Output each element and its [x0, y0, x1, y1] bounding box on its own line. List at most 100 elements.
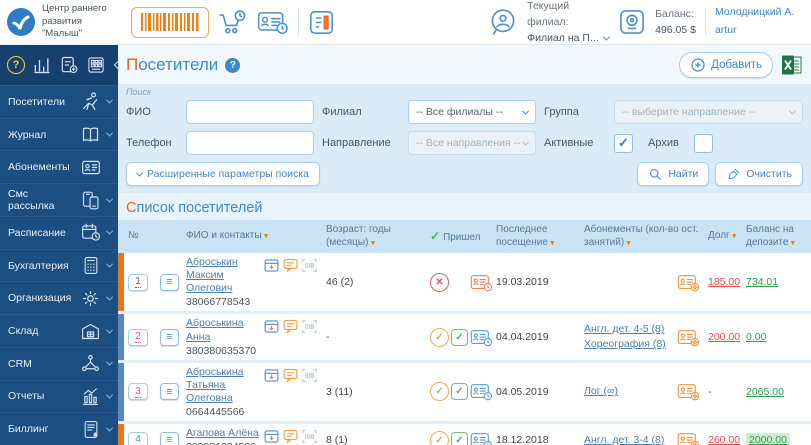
col-header-last-visit[interactable]: Последнее посещение▼ — [492, 220, 580, 253]
sidebar-item-subscriptions[interactable]: Абонементы — [0, 150, 118, 183]
row-menu-button[interactable]: ≡ — [160, 328, 179, 346]
new-document-button[interactable] — [59, 55, 79, 75]
comment-icon[interactable] — [282, 428, 299, 445]
subscription-link[interactable]: Англ. дет. 4-5 (8) — [584, 322, 675, 337]
col-header-subscriptions[interactable]: Абонементы (кол-во ост. занятий)▼ — [580, 220, 704, 253]
direction-select[interactable]: -- Все направления -- — [408, 131, 536, 155]
subscription-manage-icon[interactable] — [677, 328, 700, 347]
visitor-name-link[interactable]: Аброськин Максим Олегович — [186, 256, 238, 294]
visitor-card-button[interactable] — [257, 9, 289, 35]
comment-icon[interactable] — [282, 257, 299, 274]
archive-box-icon[interactable] — [263, 257, 280, 274]
col-header-deposit[interactable]: Баланс на депозите▼ — [742, 220, 811, 253]
visit-card-icon[interactable] — [470, 328, 493, 347]
archive-checkbox[interactable] — [693, 133, 713, 153]
stats-button[interactable] — [32, 55, 52, 75]
archive-box-icon[interactable] — [263, 367, 280, 384]
archive-box-icon[interactable] — [263, 318, 280, 335]
deposit-value[interactable]: 0.00 — [746, 331, 766, 343]
came-check-circle-icon[interactable]: ✓ — [430, 382, 449, 402]
check-icon: ✓ — [430, 228, 441, 243]
debt-value[interactable]: - — [708, 386, 712, 398]
subscription-link[interactable]: Хореография (8) — [584, 337, 675, 352]
active-checkbox[interactable] — [614, 133, 633, 153]
deposit-value[interactable]: 734.01 — [746, 276, 778, 288]
row-number[interactable]: 2 — [128, 328, 148, 346]
page-help-icon[interactable]: ? — [225, 57, 241, 73]
export-excel-button[interactable] — [781, 54, 803, 76]
search-panel-label: Поиск — [126, 87, 152, 97]
comment-icon[interactable] — [282, 318, 299, 335]
row-number[interactable]: 3 — [128, 383, 148, 401]
support-button[interactable] — [488, 7, 518, 37]
sidebar-item-journal[interactable]: Журнал — [0, 117, 118, 151]
sale-cart-button[interactable] — [218, 8, 248, 36]
sidebar-item-organization[interactable]: Организация — [0, 281, 118, 314]
col-header-debt[interactable]: Долг▼ — [704, 220, 742, 253]
calculator-button[interactable] — [86, 55, 106, 75]
sidebar-item-visitors[interactable]: Посетители — [0, 85, 118, 118]
barcode-button[interactable] — [131, 6, 209, 38]
visit-card-icon[interactable] — [470, 382, 493, 401]
visitor-name-link[interactable]: Агапова Алёна — [186, 427, 259, 439]
row-number[interactable]: 4 — [128, 431, 148, 445]
user-name-link[interactable]: Молодницкий А. — [715, 4, 803, 22]
clear-button[interactable]: Очистить — [715, 162, 803, 186]
report-panel-button[interactable] — [308, 9, 335, 36]
sidebar-item-schedule[interactable]: Расписание — [0, 215, 118, 249]
last-visit-date: 04.04.2019 — [492, 312, 580, 363]
col-header-age[interactable]: Возраст: годы (месяцы)▼ — [322, 220, 426, 253]
deposit-value[interactable]: 2065.00 — [746, 386, 784, 398]
visit-card-icon[interactable] — [470, 273, 493, 292]
subscription-link[interactable]: Англ. дет. 3-4 (8) — [584, 433, 675, 445]
sidebar-item-accounting[interactable]: Бухгалтерия — [0, 248, 118, 282]
came-check-circle-icon[interactable]: ✓ — [430, 430, 449, 445]
help-button[interactable]: ? — [7, 56, 25, 74]
subscription-manage-icon[interactable] — [677, 431, 700, 445]
branch-select[interactable]: -- Все филиалы -- — [408, 100, 536, 124]
sidebar-item-sms[interactable]: Смс рассылка — [0, 183, 118, 216]
came-check-square-icon[interactable]: ✓ — [451, 431, 468, 445]
col-header-name[interactable]: ФИО и контакты▼ — [182, 220, 322, 253]
visitor-name-link[interactable]: Аброськина Татьяна Олеговна — [186, 366, 244, 404]
deposit-value[interactable]: 2000.00 — [746, 433, 790, 445]
add-visitor-button[interactable]: Добавить — [679, 52, 773, 78]
last-visit-date: 04.05.2019 — [492, 361, 580, 425]
find-button[interactable]: Найти — [637, 162, 710, 186]
collapse-sidebar-button[interactable] — [113, 60, 123, 70]
barcode-icon[interactable] — [301, 429, 318, 444]
came-check-square-icon[interactable]: ✓ — [451, 328, 468, 346]
barcode-icon[interactable] — [301, 319, 318, 334]
visitor-name-link[interactable]: Аброськина Анна — [186, 317, 244, 342]
came-check-circle-icon[interactable]: ✓ — [430, 327, 449, 347]
archive-box-icon[interactable] — [263, 428, 280, 445]
col-header-came[interactable]: ✓ Пришел — [426, 220, 492, 253]
current-branch-select[interactable]: Филиал на П... — [527, 30, 610, 46]
sidebar-item-reports[interactable]: Отчеты — [0, 379, 118, 413]
webcam-button[interactable] — [618, 8, 646, 36]
visit-card-icon[interactable] — [470, 431, 493, 445]
group-select[interactable]: -- выберите направление -- — [614, 100, 803, 124]
sidebar-item-crm[interactable]: CRM — [0, 346, 118, 380]
debt-value[interactable]: 185.00 — [708, 276, 740, 288]
row-menu-button[interactable]: ≡ — [160, 431, 179, 445]
sidebar-item-warehouse[interactable]: Склад — [0, 314, 118, 347]
subscription-manage-icon[interactable] — [677, 382, 700, 401]
subscription-link[interactable]: Лог (∞) — [584, 384, 675, 399]
debt-value[interactable]: 260.00 — [708, 434, 740, 445]
row-menu-button[interactable]: ≡ — [160, 383, 179, 401]
not-came-icon[interactable]: ✕ — [430, 272, 449, 292]
subscription-manage-icon[interactable] — [677, 273, 700, 292]
debt-value[interactable]: 200.00 — [708, 331, 740, 343]
barcode-icon[interactable] — [301, 258, 318, 273]
comment-icon[interactable] — [282, 367, 299, 384]
row-number[interactable]: 1 — [128, 273, 148, 291]
user-login-link[interactable]: artur — [715, 22, 803, 40]
row-menu-button[interactable]: ≡ — [160, 273, 179, 291]
advanced-search-button[interactable]: Расширенные параметры поиска — [126, 162, 320, 186]
barcode-icon[interactable] — [301, 368, 318, 383]
fio-input[interactable] — [186, 100, 314, 124]
came-check-square-icon[interactable]: ✓ — [451, 383, 468, 401]
sidebar-item-billing[interactable]: Биллинг — [0, 412, 118, 445]
phone-input[interactable] — [186, 131, 314, 155]
